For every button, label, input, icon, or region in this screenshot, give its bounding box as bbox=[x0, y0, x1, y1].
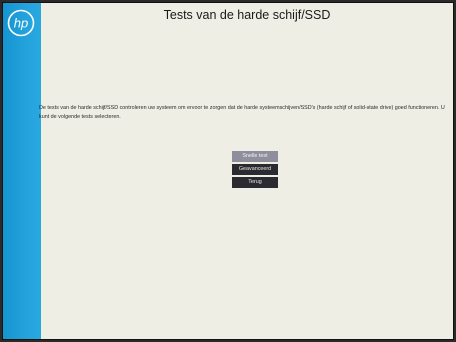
diagnostics-screen: hp Tests van de harde schijf/SSD De test… bbox=[2, 2, 454, 340]
hp-sidebar: hp bbox=[3, 3, 41, 339]
quick-test-button[interactable]: Snelle test bbox=[232, 151, 278, 162]
advanced-button[interactable]: Geavanceerd bbox=[232, 164, 278, 175]
page-title: Tests van de harde schijf/SSD bbox=[163, 8, 331, 22]
hp-logo-text: hp bbox=[14, 16, 28, 31]
test-options: Snelle test Geavanceerd Terug bbox=[232, 151, 278, 190]
hp-logo-icon: hp bbox=[7, 9, 35, 37]
back-button[interactable]: Terug bbox=[232, 177, 278, 188]
page-description: De tests van de harde schijf/SSD control… bbox=[39, 105, 445, 120]
